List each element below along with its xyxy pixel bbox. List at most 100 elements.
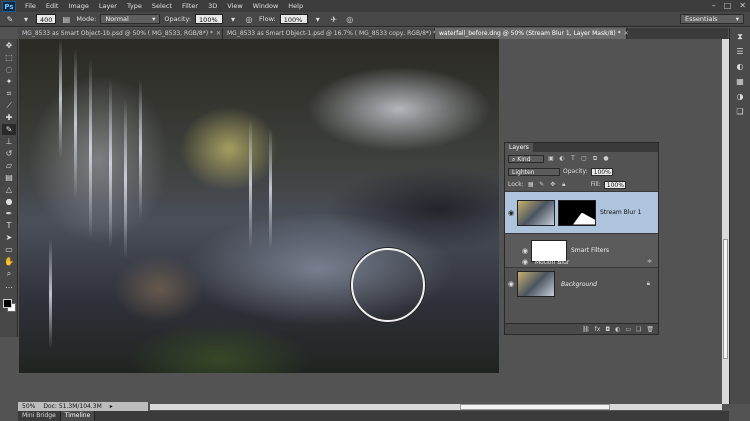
flow-dropdown-icon[interactable]: ▾ [312, 14, 324, 25]
hand-tool-icon[interactable]: ✋ [2, 256, 16, 267]
status-menu-icon[interactable]: ▸ [110, 403, 113, 410]
menu-select[interactable]: Select [147, 0, 177, 12]
eyedropper-tool-icon[interactable]: ⟋ [2, 100, 16, 111]
shape-filter-icon[interactable]: ▢ [580, 155, 588, 163]
close-button[interactable]: ✕ [739, 0, 746, 12]
quick-select-tool-icon[interactable]: ✦ [2, 76, 16, 87]
brush-size-field[interactable]: 400 [36, 14, 57, 24]
doc-size[interactable]: Doc: 51.3M/104.3M [43, 403, 101, 410]
clone-stamp-tool-icon[interactable]: ⊥ [2, 136, 16, 147]
shape-tool-icon[interactable]: ▭ [2, 244, 16, 255]
new-group-icon[interactable]: ▭ [625, 326, 631, 333]
adjustments-panel-icon[interactable]: ◑ [733, 91, 747, 103]
foreground-color-swatch[interactable] [3, 299, 12, 308]
filter-kind-dropdown[interactable]: ⌕ Kind [508, 154, 544, 163]
layer-background[interactable]: ◉ Background 🔒︎ [505, 267, 658, 300]
pressure-opacity-icon[interactable]: ◎ [243, 14, 255, 25]
scrollbar-thumb[interactable] [460, 404, 610, 410]
scrollbar-thumb[interactable] [723, 239, 728, 359]
pressure-size-icon[interactable]: ◎ [344, 14, 356, 25]
new-adjustment-icon[interactable]: ◐ [615, 326, 620, 333]
menu-filter[interactable]: Filter [177, 0, 203, 12]
eraser-tool-icon[interactable]: ▱ [2, 160, 16, 171]
menu-image[interactable]: Image [63, 0, 93, 12]
layer-stream-blur[interactable]: ◉ Stream Blur 1 [505, 191, 658, 233]
visibility-eye-icon[interactable]: ◉ [519, 247, 531, 255]
menu-help[interactable]: Help [283, 0, 308, 12]
close-icon[interactable]: ✕ [216, 30, 221, 37]
history-panel-icon[interactable]: ⧗ [733, 31, 747, 43]
lock-all-icon[interactable]: 🔒︎ [560, 181, 568, 189]
tab-timeline[interactable]: Timeline [60, 411, 96, 421]
healing-brush-tool-icon[interactable]: ✚ [2, 112, 16, 123]
horizontal-scrollbar[interactable] [150, 404, 722, 410]
layers-panel-icon[interactable]: ❏ [733, 106, 747, 118]
menu-window[interactable]: Window [248, 0, 284, 12]
filter-options-icon[interactable]: ≑ [647, 258, 652, 265]
adjustment-filter-icon[interactable]: ◐ [558, 155, 566, 163]
menu-view[interactable]: View [222, 0, 247, 12]
workspace-dropdown[interactable]: Essentials ▾ [680, 14, 744, 24]
brush-tool-icon[interactable]: ✎ [4, 14, 16, 25]
new-layer-icon[interactable]: ❏ [636, 326, 641, 333]
crop-tool-icon[interactable]: ⌗ [2, 88, 16, 99]
smart-object-filter-icon[interactable]: ⧉ [591, 155, 599, 163]
move-tool-icon[interactable]: ✥ [2, 40, 16, 51]
close-icon[interactable]: ✕ [624, 30, 629, 37]
swatches-panel-icon[interactable]: ▦ [733, 76, 747, 88]
add-mask-icon[interactable]: ◘ [605, 326, 610, 333]
opacity-dropdown-icon[interactable]: ▾ [227, 14, 239, 25]
brush-panel-icon[interactable]: ▤ [60, 14, 72, 25]
gradient-tool-icon[interactable]: ▤ [2, 172, 16, 183]
lock-pixels-icon[interactable]: ✎ [538, 181, 546, 189]
blend-mode-dropdown[interactable]: Lighten [508, 167, 560, 176]
blur-tool-icon[interactable]: △ [2, 184, 16, 195]
layer-opacity-field[interactable]: 100% [590, 167, 613, 176]
smart-filters-row[interactable]: ◉ Smart Filters ◉ Motion Blur ≑ [505, 233, 658, 267]
visibility-eye-icon[interactable]: ◉ [519, 258, 531, 266]
path-select-tool-icon[interactable]: ➤ [2, 232, 16, 243]
menu-file[interactable]: File [20, 0, 41, 12]
history-brush-tool-icon[interactable]: ↺ [2, 148, 16, 159]
tab-document-1[interactable]: MG_8533 as Smart Object-1b.psd @ 50% ( M… [18, 28, 223, 39]
layers-tab[interactable]: Layers [505, 143, 533, 152]
mode-dropdown[interactable]: Normal ▾ [100, 14, 161, 24]
zoom-level[interactable]: 50% [22, 403, 35, 410]
lock-transparent-icon[interactable]: ▦ [527, 181, 535, 189]
airbrush-icon[interactable]: ✈ [328, 14, 340, 25]
vertical-scrollbar[interactable] [722, 39, 729, 404]
menu-layer[interactable]: Layer [94, 0, 122, 12]
filter-toggle-icon[interactable]: ● [602, 155, 610, 163]
more-tools-icon[interactable]: … [2, 280, 16, 291]
pixel-filter-icon[interactable]: ▣ [547, 155, 555, 163]
maximize-button[interactable]: □ [724, 0, 732, 12]
minimize-button[interactable]: – [712, 0, 716, 12]
delete-layer-icon[interactable]: 🗑︎ [646, 326, 654, 333]
pen-tool-icon[interactable]: ✒ [2, 208, 16, 219]
brush-tool-icon[interactable]: ✎ [2, 124, 16, 135]
menu-type[interactable]: Type [122, 0, 147, 12]
opacity-field[interactable]: 100% [195, 14, 224, 24]
link-layers-icon[interactable]: ⛓ [582, 326, 590, 333]
type-tool-icon[interactable]: T [2, 220, 16, 231]
tab-document-3[interactable]: waterfall_before.dng @ 50% (Stream Blur … [435, 28, 629, 39]
menu-3d[interactable]: 3D [203, 0, 222, 12]
dodge-tool-icon[interactable]: ● [2, 196, 16, 207]
layer-fill-field[interactable]: 100% [603, 180, 626, 189]
flow-field[interactable]: 100% [279, 14, 308, 24]
lasso-tool-icon[interactable]: ◌ [2, 64, 16, 75]
tab-document-2[interactable]: MG_8533 as Smart Object-1.psd @ 16.7% ( … [223, 28, 444, 39]
type-filter-icon[interactable]: T [569, 155, 577, 163]
lock-position-icon[interactable]: ✥ [549, 181, 557, 189]
marquee-tool-icon[interactable]: ⬚ [2, 52, 16, 63]
motion-blur-row[interactable]: ◉ Motion Blur [519, 258, 569, 266]
menu-edit[interactable]: Edit [41, 0, 64, 12]
layer-mask-thumbnail[interactable] [558, 199, 596, 226]
document-canvas[interactable] [19, 39, 499, 373]
layer-style-icon[interactable]: fx [595, 326, 601, 333]
visibility-eye-icon[interactable]: ◉ [505, 209, 517, 217]
color-panel-icon[interactable]: ◐ [733, 61, 747, 73]
brush-preset-dropdown-icon[interactable]: ▾ [20, 14, 32, 25]
visibility-eye-icon[interactable]: ◉ [505, 280, 517, 288]
tab-mini-bridge[interactable]: Mini Bridge [18, 411, 61, 421]
